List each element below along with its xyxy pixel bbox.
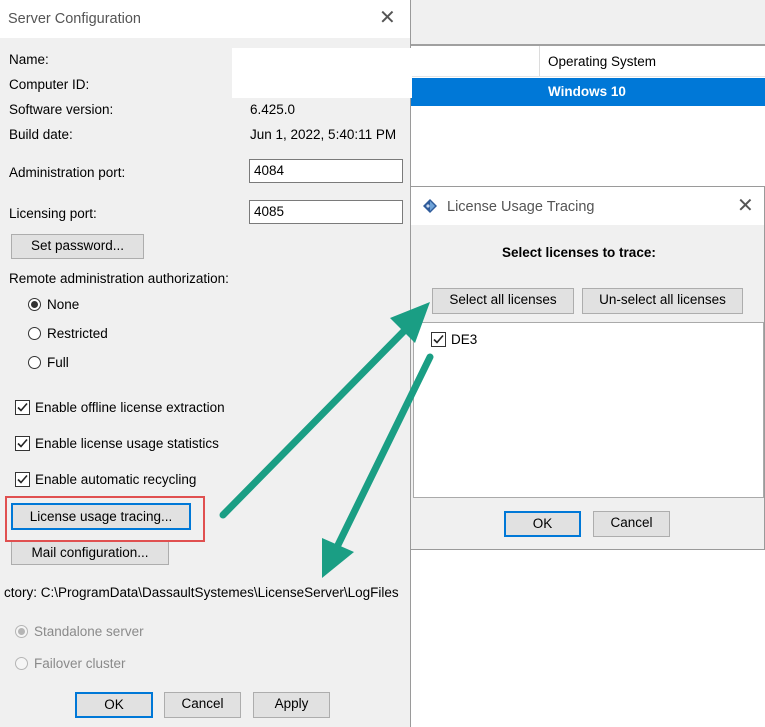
mail-configuration-button[interactable]: Mail configuration...	[11, 541, 169, 565]
licensing-port-input[interactable]: 4085	[249, 200, 403, 224]
computer-id-label: Computer ID:	[9, 77, 90, 92]
server-apply-button[interactable]: Apply	[253, 692, 330, 718]
server-dialog-titlebar: Server Configuration ✕	[0, 0, 410, 38]
build-date-value: Jun 1, 2022, 5:40:11 PM	[250, 127, 397, 142]
name-label: Name:	[9, 52, 49, 67]
checkbox-offline-extraction-label[interactable]: Enable offline license extraction	[35, 400, 225, 415]
redacted-values	[232, 48, 412, 98]
checkbox-usage-statistics[interactable]	[15, 436, 30, 451]
checkmark-icon	[17, 438, 28, 448]
highlight-box	[5, 496, 205, 542]
checkmark-icon	[17, 402, 28, 412]
software-version-value: 6.425.0	[250, 102, 296, 117]
log-directory-text: ctory: C:\ProgramData\DassaultSystemes\L…	[4, 585, 399, 600]
lut-cancel-button[interactable]: Cancel	[593, 511, 670, 537]
license-checkbox-de3[interactable]	[431, 332, 446, 347]
background-window-titlebar	[410, 0, 765, 44]
set-password-button[interactable]: Set password...	[11, 234, 144, 259]
server-configuration-dialog: Server Configuration ✕ Name: Computer ID…	[0, 0, 412, 727]
radio-none[interactable]	[28, 298, 41, 311]
checkbox-automatic-recycling-label[interactable]: Enable automatic recycling	[35, 472, 196, 487]
select-all-licenses-button[interactable]: Select all licenses	[432, 288, 574, 314]
radio-failover-cluster[interactable]	[15, 657, 28, 670]
table-cell-os: Windows 10	[548, 84, 626, 99]
checkmark-icon	[433, 334, 444, 344]
table-header: Operating System	[410, 46, 765, 77]
radio-full-label[interactable]: Full	[47, 355, 69, 370]
checkbox-usage-statistics-label[interactable]: Enable license usage statistics	[35, 436, 219, 451]
license-list[interactable]: DE3	[413, 322, 764, 498]
license-label-de3[interactable]: DE3	[451, 332, 477, 347]
lut-heading: Select licenses to trace:	[502, 245, 656, 260]
server-cancel-button[interactable]: Cancel	[164, 692, 241, 718]
unselect-all-licenses-button[interactable]: Un-select all licenses	[582, 288, 743, 314]
software-version-label: Software version:	[9, 102, 114, 117]
radio-restricted-label[interactable]: Restricted	[47, 326, 108, 341]
radio-failover-cluster-label[interactable]: Failover cluster	[34, 656, 126, 671]
lut-dialog-titlebar: License Usage Tracing ✕	[411, 187, 764, 225]
server-dialog-title: Server Configuration	[8, 11, 141, 27]
build-date-label: Build date:	[9, 127, 73, 142]
app-icon	[423, 199, 437, 213]
table-row-selected[interactable]: Windows 10	[410, 78, 765, 106]
server-ok-button[interactable]: OK	[75, 692, 153, 718]
licensing-port-label: Licensing port:	[9, 206, 97, 221]
radio-standalone-server-label[interactable]: Standalone server	[34, 624, 144, 639]
column-separator[interactable]	[539, 46, 540, 76]
radio-restricted[interactable]	[28, 327, 41, 340]
close-icon[interactable]: ✕	[379, 8, 396, 28]
checkbox-automatic-recycling[interactable]	[15, 472, 30, 487]
admin-port-input[interactable]: 4084	[249, 159, 403, 183]
lut-ok-button[interactable]: OK	[504, 511, 581, 537]
close-icon[interactable]: ✕	[737, 196, 754, 216]
admin-port-label: Administration port:	[9, 165, 126, 180]
license-usage-tracing-dialog: License Usage Tracing ✕ Select licenses …	[410, 186, 765, 550]
remote-auth-label: Remote administration authorization:	[9, 271, 229, 286]
radio-none-label[interactable]: None	[47, 297, 79, 312]
checkmark-icon	[17, 474, 28, 484]
column-header-operating-system[interactable]: Operating System	[548, 54, 656, 69]
lut-dialog-title: License Usage Tracing	[447, 199, 595, 215]
radio-full[interactable]	[28, 356, 41, 369]
radio-standalone-server[interactable]	[15, 625, 28, 638]
checkbox-offline-extraction[interactable]	[15, 400, 30, 415]
